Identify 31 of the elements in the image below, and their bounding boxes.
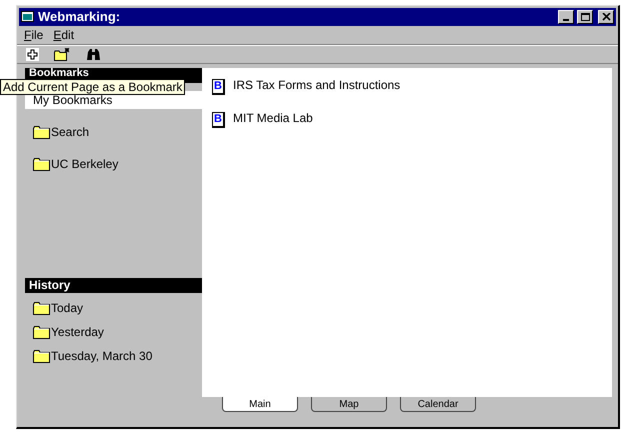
tree-item[interactable]: Search: [25, 123, 202, 141]
add-bookmark-icon[interactable]: [26, 48, 39, 61]
folder-icon: [33, 158, 50, 170]
app-icon: [21, 11, 35, 23]
maximize-icon: [580, 13, 590, 21]
menu-item[interactable]: Edit: [53, 26, 74, 44]
tab[interactable]: Main: [222, 397, 298, 412]
folder-icon: [33, 126, 50, 138]
maximize-button[interactable]: [577, 10, 593, 24]
tree-item[interactable]: Today: [25, 299, 202, 317]
menu-item[interactable]: File: [24, 26, 44, 44]
tab[interactable]: Map: [311, 397, 387, 412]
folder-icon: [33, 326, 50, 338]
bookmark-link[interactable]: IRS Tax Forms and Instructions: [233, 76, 400, 94]
tree-item[interactable]: UC Berkeley: [25, 155, 202, 173]
section-header: History: [25, 278, 202, 293]
minimize-button[interactable]: [558, 10, 574, 24]
bookmark-icon: B: [212, 79, 225, 95]
close-button[interactable]: [598, 10, 614, 24]
binoculars-icon[interactable]: [86, 48, 101, 61]
tree-item[interactable]: Tuesday, March 30: [25, 347, 202, 365]
bookmark-icon: B: [212, 112, 225, 128]
bookmark-link[interactable]: MIT Media Lab: [233, 109, 313, 127]
folder-icon: [33, 350, 50, 362]
tab[interactable]: Calendar: [400, 397, 476, 412]
new-folder-icon[interactable]: [54, 48, 71, 61]
close-icon: [602, 13, 610, 21]
tooltip: Add Current Page as a Bookmark: [0, 79, 186, 95]
window-title: Webmarking:: [38, 8, 120, 26]
folder-icon: [33, 302, 50, 314]
tree-item[interactable]: Yesterday: [25, 323, 202, 341]
